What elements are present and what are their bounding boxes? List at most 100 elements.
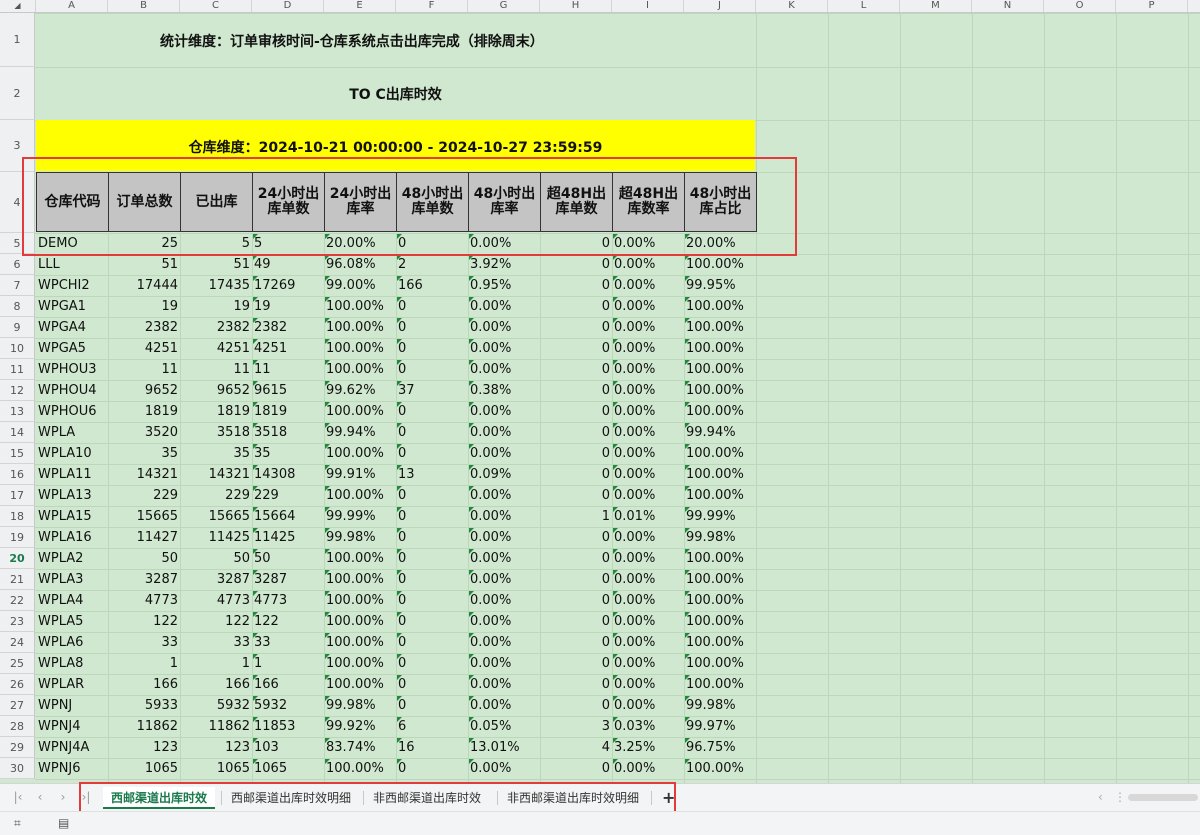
table-cell[interactable]: 0.00% xyxy=(468,444,540,464)
table-cell[interactable]: 6 xyxy=(396,717,468,737)
table-cell[interactable]: 2382 xyxy=(108,318,180,338)
table-cell[interactable]: 0 xyxy=(540,318,612,338)
table-cell[interactable]: 100.00% xyxy=(324,633,396,653)
table-cell[interactable]: 100.00% xyxy=(324,612,396,632)
table-cell[interactable]: 1819 xyxy=(252,402,324,422)
table-cell[interactable]: 0 xyxy=(540,255,612,275)
table-cell[interactable]: 100.00% xyxy=(324,360,396,380)
table-cell[interactable]: 0 xyxy=(540,360,612,380)
table-cell[interactable]: 0 xyxy=(540,402,612,422)
table-cell[interactable]: 4251 xyxy=(108,339,180,359)
table-cell[interactable]: 0.00% xyxy=(612,423,684,443)
row-header-2[interactable]: 2 xyxy=(0,67,35,120)
table-cell[interactable]: 0.00% xyxy=(468,507,540,527)
row-header-10[interactable]: 10 xyxy=(0,338,35,359)
table-cell[interactable]: 100.00% xyxy=(684,549,756,569)
table-cell[interactable]: 1819 xyxy=(108,402,180,422)
row-header-20[interactable]: 20 xyxy=(0,548,35,569)
table-cell[interactable]: WPLA16 xyxy=(36,528,108,548)
table-cell[interactable]: 17435 xyxy=(180,276,252,296)
column-header-g[interactable]: G xyxy=(468,0,540,12)
table-cell[interactable]: 0.05% xyxy=(468,717,540,737)
table-cell[interactable]: 0.00% xyxy=(612,612,684,632)
table-cell[interactable]: 11862 xyxy=(180,717,252,737)
table-cell[interactable]: WPHOU3 xyxy=(36,360,108,380)
column-header-n[interactable]: N xyxy=(972,0,1044,12)
table-cell[interactable]: 9652 xyxy=(108,381,180,401)
table-cell[interactable]: 99.94% xyxy=(684,423,756,443)
table-cell[interactable]: 0.00% xyxy=(612,570,684,590)
column-header-e[interactable]: E xyxy=(324,0,396,12)
table-cell[interactable]: 2 xyxy=(396,255,468,275)
table-cell[interactable]: 100.00% xyxy=(684,360,756,380)
table-cell[interactable]: 0.09% xyxy=(468,465,540,485)
table-cell[interactable]: 3287 xyxy=(180,570,252,590)
table-cell[interactable]: 122 xyxy=(252,612,324,632)
row-header-7[interactable]: 7 xyxy=(0,275,35,296)
row-header-28[interactable]: 28 xyxy=(0,716,35,737)
table-cell[interactable]: 0 xyxy=(396,612,468,632)
row-header-16[interactable]: 16 xyxy=(0,464,35,485)
table-cell[interactable]: 123 xyxy=(180,738,252,758)
table-cell[interactable]: 99.00% xyxy=(324,276,396,296)
table-cell[interactable]: 0 xyxy=(540,297,612,317)
table-cell[interactable]: 99.98% xyxy=(324,528,396,548)
table-cell[interactable]: 0 xyxy=(396,297,468,317)
table-cell[interactable]: 0.00% xyxy=(612,339,684,359)
table-cell[interactable]: 5932 xyxy=(180,696,252,716)
table-cell[interactable]: 229 xyxy=(180,486,252,506)
table-cell[interactable]: 0 xyxy=(396,570,468,590)
table-cell[interactable]: 0.00% xyxy=(468,318,540,338)
column-header-h[interactable]: H xyxy=(540,0,612,12)
table-cell[interactable]: 50 xyxy=(180,549,252,569)
table-cell[interactable]: WPNJ4 xyxy=(36,717,108,737)
table-cell[interactable]: 4773 xyxy=(108,591,180,611)
table-cell[interactable]: WPNJ xyxy=(36,696,108,716)
table-cell[interactable]: 99.91% xyxy=(324,465,396,485)
table-cell[interactable]: 0 xyxy=(540,444,612,464)
first-sheet-icon[interactable]: |‹ xyxy=(10,790,26,804)
table-cell[interactable]: 0 xyxy=(396,696,468,716)
table-cell[interactable]: 100.00% xyxy=(324,570,396,590)
table-cell[interactable]: 0 xyxy=(540,465,612,485)
table-cell[interactable]: 0 xyxy=(396,360,468,380)
table-cell[interactable]: WPLAR xyxy=(36,675,108,695)
column-header-b[interactable]: B xyxy=(108,0,180,12)
table-cell[interactable]: 0.00% xyxy=(612,591,684,611)
table-cell[interactable]: 0 xyxy=(396,318,468,338)
table-cell[interactable]: 1 xyxy=(108,654,180,674)
table-cell[interactable]: 19 xyxy=(180,297,252,317)
table-cell[interactable]: 0 xyxy=(540,276,612,296)
table-cell[interactable]: 100.00% xyxy=(684,381,756,401)
table-cell[interactable]: 100.00% xyxy=(684,339,756,359)
table-cell[interactable]: WPLA11 xyxy=(36,465,108,485)
table-cell[interactable]: 100.00% xyxy=(684,297,756,317)
row-header-21[interactable]: 21 xyxy=(0,569,35,590)
table-cell[interactable]: 100.00% xyxy=(324,654,396,674)
prev-sheet-icon[interactable]: ‹ xyxy=(32,790,48,804)
table-cell[interactable]: 100.00% xyxy=(684,402,756,422)
table-cell[interactable]: 33 xyxy=(180,633,252,653)
table-cell[interactable]: 0.00% xyxy=(612,276,684,296)
row-header-19[interactable]: 19 xyxy=(0,527,35,548)
table-cell[interactable]: 0.00% xyxy=(468,486,540,506)
row-header-24[interactable]: 24 xyxy=(0,632,35,653)
table-cell[interactable]: 0.01% xyxy=(612,507,684,527)
table-cell[interactable]: 100.00% xyxy=(684,318,756,338)
table-cell[interactable]: 2382 xyxy=(180,318,252,338)
row-header-26[interactable]: 26 xyxy=(0,674,35,695)
column-header-o[interactable]: O xyxy=(1044,0,1116,12)
table-cell[interactable]: 0.00% xyxy=(468,402,540,422)
table-cell[interactable]: 0 xyxy=(396,528,468,548)
table-cell[interactable]: 0 xyxy=(396,633,468,653)
table-cell[interactable]: 9615 xyxy=(252,381,324,401)
table-cell[interactable]: 99.99% xyxy=(324,507,396,527)
table-cell[interactable]: 99.62% xyxy=(324,381,396,401)
table-cell[interactable]: WPCHI2 xyxy=(36,276,108,296)
table-cell[interactable]: 1 xyxy=(540,507,612,527)
table-cell[interactable]: 103 xyxy=(252,738,324,758)
table-cell[interactable]: WPGA5 xyxy=(36,339,108,359)
table-cell[interactable]: 0.00% xyxy=(468,654,540,674)
table-cell[interactable]: 0.00% xyxy=(612,759,684,779)
table-cell[interactable]: 3518 xyxy=(180,423,252,443)
